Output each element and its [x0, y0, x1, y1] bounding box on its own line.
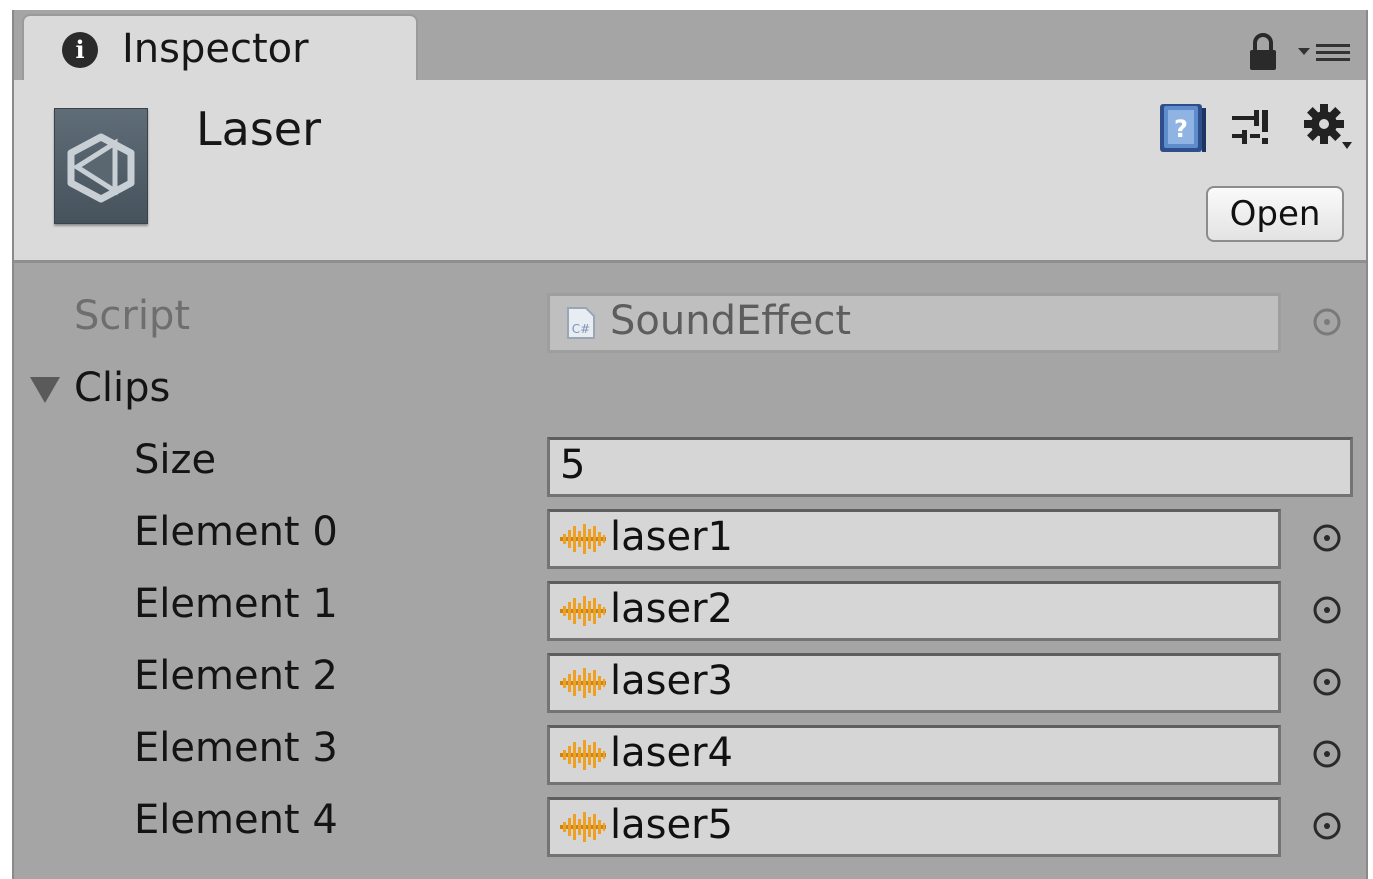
element-label: Element 0: [134, 509, 338, 555]
script-type-badge: C#: [572, 322, 590, 336]
audio-clip-name: laser2: [610, 586, 733, 632]
audio-clip-field[interactable]: laser5: [547, 797, 1281, 857]
audio-clip-field[interactable]: laser2: [547, 581, 1281, 641]
element-label: Element 1: [134, 581, 338, 627]
inspector-window: i Inspector Laser ? Open Script C# Sound…: [12, 10, 1368, 879]
audio-clip-icon: [560, 812, 606, 842]
script-field: C# SoundEffect: [547, 293, 1281, 353]
tab-menu-icon[interactable]: [1296, 40, 1352, 66]
audio-clip-name: laser4: [610, 730, 733, 776]
object-picker-icon[interactable]: [1310, 809, 1344, 843]
audio-clip-icon: [560, 524, 606, 554]
object-picker-icon[interactable]: [1310, 665, 1344, 699]
audio-clip-field[interactable]: laser4: [547, 725, 1281, 785]
lock-icon[interactable]: [1246, 32, 1280, 72]
audio-clip-field[interactable]: laser3: [547, 653, 1281, 713]
size-value[interactable]: 5: [560, 442, 585, 488]
audio-clip-icon: [560, 740, 606, 770]
tab-inspector[interactable]: i Inspector: [22, 14, 418, 84]
property-row-script: Script C# SoundEffect: [14, 287, 1366, 353]
tab-label: Inspector: [122, 26, 309, 72]
property-row-clips[interactable]: Clips: [14, 359, 1366, 423]
csharp-script-icon: C#: [567, 307, 595, 339]
clips-label[interactable]: Clips: [74, 365, 170, 411]
property-list: Script C# SoundEffect Clips Size 5 Eleme…: [14, 263, 1366, 879]
inspector-header: Laser ? Open: [14, 80, 1366, 263]
open-button[interactable]: Open: [1206, 186, 1344, 242]
asset-title: Laser: [196, 102, 321, 156]
property-row-size: Size 5: [14, 431, 1366, 497]
tab-bar: i Inspector: [14, 10, 1366, 84]
clip-element-row: Element 3 laser4: [14, 719, 1366, 785]
clip-element-row: Element 0 laser1: [14, 503, 1366, 569]
audio-clip-icon: [560, 596, 606, 626]
element-label: Element 3: [134, 725, 338, 771]
clip-element-row: Element 1 laser2: [14, 575, 1366, 641]
clip-element-row: Element 4 laser5: [14, 791, 1366, 857]
svg-text:?: ?: [1174, 115, 1188, 143]
preset-sliders-icon[interactable]: [1228, 104, 1276, 152]
object-picker-icon[interactable]: [1310, 737, 1344, 771]
object-picker-icon[interactable]: [1310, 521, 1344, 555]
info-icon: i: [62, 32, 98, 68]
clip-element-row: Element 2 laser3: [14, 647, 1366, 713]
help-book-icon[interactable]: ?: [1154, 100, 1210, 156]
object-picker-icon[interactable]: [1310, 593, 1344, 627]
size-input[interactable]: 5: [547, 437, 1353, 497]
element-label: Element 2: [134, 653, 338, 699]
element-label: Element 4: [134, 797, 338, 843]
audio-clip-name: laser1: [610, 514, 733, 560]
size-label: Size: [134, 437, 217, 483]
audio-clip-name: laser3: [610, 658, 733, 704]
unity-script-asset-icon: [54, 108, 148, 224]
audio-clip-field[interactable]: laser1: [547, 509, 1281, 569]
foldout-expanded-icon[interactable]: [28, 373, 62, 405]
audio-clip-icon: [560, 668, 606, 698]
object-picker-icon: [1313, 308, 1341, 336]
gear-icon[interactable]: [1302, 102, 1354, 154]
audio-clip-name: laser5: [610, 802, 733, 848]
script-label: Script: [74, 293, 191, 339]
script-value: SoundEffect: [610, 298, 852, 344]
